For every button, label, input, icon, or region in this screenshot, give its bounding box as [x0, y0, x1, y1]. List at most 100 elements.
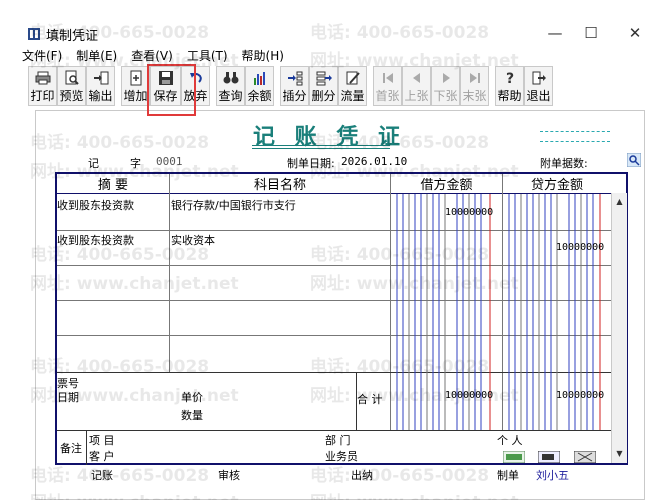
help-icon: ?	[506, 71, 514, 86]
title-underline-2	[252, 148, 390, 149]
total-debit: 10000000	[445, 390, 494, 401]
project-label: 项 目	[89, 434, 115, 447]
preview-label: 预览	[59, 89, 84, 103]
dotted-line	[540, 131, 610, 132]
remark-label: 备注	[60, 442, 82, 455]
voucher-type[interactable]: 记	[88, 155, 99, 171]
maximize-button[interactable]: ☐	[576, 22, 606, 44]
prev-icon	[412, 73, 420, 83]
last-icon	[469, 73, 480, 83]
query-button[interactable]: 查询	[216, 66, 245, 106]
cashflow-button[interactable]: 流量	[338, 66, 367, 106]
department-label: 部 门	[325, 434, 351, 447]
col-header-summary: 摘 要	[97, 178, 129, 193]
cashflow-label: 流量	[340, 89, 365, 103]
total-label: 合 计	[357, 393, 383, 406]
cashier-label: 出纳	[351, 469, 373, 482]
first-page-button[interactable]: 首张	[373, 66, 402, 106]
scroll-down-icon[interactable]: ▼	[612, 447, 627, 461]
last-page-label: 末张	[462, 89, 487, 103]
audit-label: 审核	[218, 469, 240, 482]
query-label: 查询	[218, 89, 243, 103]
window-title: 填制凭证	[46, 29, 99, 44]
menu-help[interactable]: 帮助(H)	[242, 47, 284, 65]
menu-tools[interactable]: 工具(T)	[187, 47, 228, 65]
export-icon	[93, 71, 108, 85]
add-button[interactable]: 增加	[121, 66, 150, 106]
scroll-up-icon[interactable]: ▲	[612, 195, 627, 209]
balance-label: 余额	[247, 89, 272, 103]
print-label: 打印	[30, 89, 55, 103]
exit-icon	[532, 71, 546, 85]
menu-view[interactable]: 查看(V)	[131, 47, 173, 65]
bill-date-label: 日期	[57, 391, 79, 404]
voucher-date[interactable]: 2026.01.10	[341, 155, 407, 168]
col-header-credit: 贷方金额	[530, 178, 583, 193]
menu-voucher[interactable]: 制单(E)	[76, 47, 117, 65]
exit-button[interactable]: 退出	[524, 66, 553, 106]
last-page-button[interactable]: 末张	[460, 66, 489, 106]
row1-debit[interactable]: 10000000	[445, 207, 493, 218]
row2-subject[interactable]: 实收资本	[171, 232, 215, 248]
add-icon	[130, 70, 141, 86]
attachment-count-label: 附单据数:	[540, 157, 588, 170]
voucher-date-label: 制单日期:	[287, 157, 335, 170]
next-page-label: 下张	[433, 89, 458, 103]
flag-icon[interactable]	[503, 451, 525, 463]
col-divider	[169, 174, 170, 372]
minimize-button[interactable]: —	[540, 22, 570, 44]
delete-entry-button[interactable]: 删分	[309, 66, 338, 106]
print-button[interactable]: 打印	[28, 66, 57, 106]
voucher-number-label: 字	[130, 157, 141, 170]
export-label: 输出	[88, 89, 113, 103]
bar-chart-icon	[253, 72, 265, 85]
help-label: 帮助	[497, 89, 522, 103]
prev-page-button[interactable]: 上张	[402, 66, 431, 106]
menu-bar: 文件(F) 制单(E) 查看(V) 工具(T) 帮助(H)	[22, 47, 298, 65]
prev-page-label: 上张	[404, 89, 429, 103]
salesman-label: 业务员	[325, 450, 358, 463]
insert-row-icon	[287, 71, 302, 86]
export-button[interactable]: 输出	[86, 66, 115, 106]
voucher-number[interactable]: 0001	[156, 155, 183, 168]
insert-entry-label: 插分	[282, 89, 307, 103]
person-label: 个 人	[497, 434, 523, 447]
total-credit: 10000000	[556, 390, 605, 401]
first-page-label: 首张	[375, 89, 400, 103]
col-header-debit: 借方金额	[420, 178, 473, 193]
close-button[interactable]: ✕	[620, 22, 650, 44]
maker-name: 刘小五	[536, 469, 569, 482]
unit-price-label: 单价	[181, 391, 203, 404]
voucher-title: 记 账 凭 证	[253, 124, 406, 150]
toolbar: 打印 预览 输出 增加 保存 放弃 查询 余额 插分 删分 流量 首张 上张 下…	[28, 66, 553, 108]
delete-entry-label: 删分	[311, 89, 336, 103]
printer-icon	[35, 71, 50, 85]
customer-label: 客 户	[89, 450, 115, 463]
row1-summary[interactable]: 收到股东投资款	[57, 197, 134, 213]
grid-icon[interactable]	[574, 451, 596, 463]
preview-icon	[65, 70, 79, 85]
search-icon[interactable]	[627, 153, 641, 167]
binoculars-icon	[223, 72, 238, 84]
row2-credit[interactable]: 10000000	[556, 242, 604, 253]
menu-file[interactable]: 文件(F)	[22, 47, 62, 65]
bookkeeping-label: 记账	[91, 469, 113, 482]
help-button[interactable]: ? 帮助	[495, 66, 524, 106]
app-icon	[28, 28, 40, 40]
insert-entry-button[interactable]: 插分	[280, 66, 309, 106]
preview-button[interactable]: 预览	[57, 66, 86, 106]
add-label: 增加	[123, 89, 148, 103]
title-bar: 填制凭证 — ☐ ✕	[0, 0, 663, 44]
next-icon	[442, 73, 450, 83]
save-highlight-box	[147, 64, 196, 116]
pencil-icon	[346, 71, 360, 85]
row2-summary[interactable]: 收到股东投资款	[57, 232, 134, 248]
quantity-label: 数量	[181, 409, 203, 422]
dotted-line-2	[540, 141, 610, 142]
row1-subject[interactable]: 银行存款/中国银行市支行	[171, 197, 296, 213]
vertical-scrollbar[interactable]: ▲ ▼	[611, 193, 627, 463]
balance-button[interactable]: 余额	[245, 66, 274, 106]
card-icon[interactable]	[538, 451, 560, 463]
exit-label: 退出	[526, 89, 551, 103]
next-page-button[interactable]: 下张	[431, 66, 460, 106]
